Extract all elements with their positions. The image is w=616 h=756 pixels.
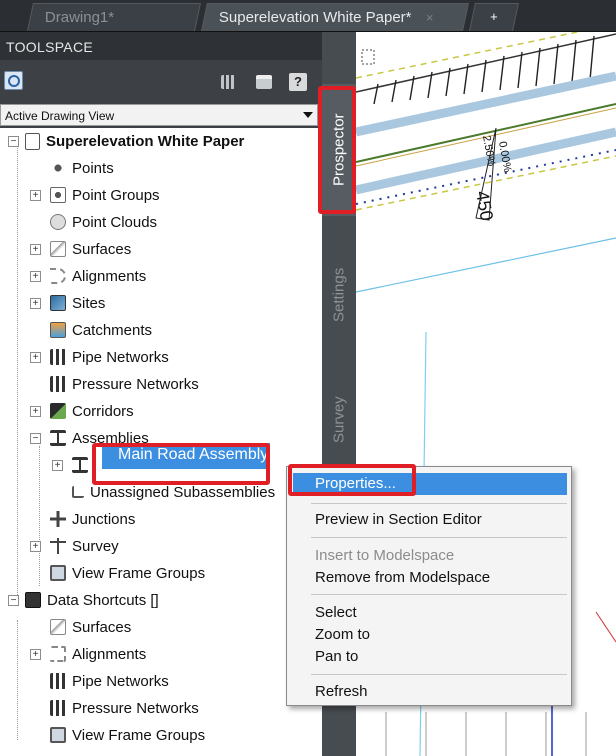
menu-item-remove-modelspace[interactable]: Remove from Modelspace — [315, 569, 490, 586]
tree-item-pipe-networks[interactable]: + Pipe Networks — [30, 344, 169, 370]
tab-survey[interactable]: Survey — [322, 377, 356, 462]
tab-settings[interactable]: Settings — [322, 230, 356, 360]
expand-icon[interactable]: + — [30, 244, 41, 255]
callout-properties — [288, 464, 416, 496]
collapse-icon[interactable]: − — [30, 433, 41, 444]
pipe-network-icon — [50, 349, 66, 365]
alignment-icon — [50, 268, 66, 284]
profile-grid — [385, 712, 587, 756]
tree-item-ds-pipe-networks[interactable]: Pipe Networks — [50, 668, 169, 694]
menu-item-preview-section-editor[interactable]: Preview in Section Editor — [315, 511, 482, 528]
tree-item-corridors[interactable]: + Corridors — [30, 398, 134, 424]
menu-item-select[interactable]: Select — [315, 604, 357, 621]
alignment-shortcut-icon — [50, 646, 66, 662]
toolspace-toolbar: ? — [0, 62, 322, 102]
data-shortcut-icon — [25, 592, 41, 608]
view-frame-shortcut-icon — [50, 727, 66, 743]
tree-item-surfaces[interactable]: + Surfaces — [30, 236, 131, 262]
assembly-icon — [72, 457, 88, 473]
menu-separator — [311, 537, 567, 538]
surface-shortcut-icon — [50, 619, 66, 635]
red-line — [595, 611, 616, 643]
slope-label-b: 0.00% — [496, 140, 513, 173]
junction-icon — [50, 511, 66, 527]
tree-item-survey[interactable]: + Survey — [30, 533, 119, 559]
point-group-icon — [50, 187, 66, 203]
tree-item-junctions[interactable]: Junctions — [50, 506, 135, 532]
new-tab-button[interactable]: + — [469, 3, 519, 31]
toggle-panel-icon[interactable] — [221, 75, 235, 89]
collapse-icon[interactable]: − — [8, 595, 19, 606]
ucs-icon — [361, 49, 375, 65]
tree-line — [17, 140, 18, 605]
help-button[interactable]: ? — [289, 73, 307, 91]
toolspace-title: TOOLSPACE — [0, 32, 322, 60]
tree-item-ds-pressure-networks[interactable]: Pressure Networks — [50, 695, 199, 721]
drawing-icon — [25, 132, 40, 150]
tree-item-points[interactable]: Points — [50, 155, 114, 181]
document-tab-bar: Drawing1* Superelevation White Paper* × + — [0, 0, 616, 32]
tree-item-point-groups[interactable]: + Point Groups — [30, 182, 160, 208]
pressure-network-shortcut-icon — [50, 700, 66, 716]
tree-item-sites[interactable]: + Sites — [30, 290, 105, 316]
pressure-network-icon — [50, 376, 66, 392]
tree-item-ds-view-frame-groups[interactable]: View Frame Groups — [50, 722, 205, 748]
toolspace-panel: TOOLSPACE ? Active Drawing View − Supere… — [0, 32, 322, 756]
menu-item-refresh[interactable]: Refresh — [315, 683, 368, 700]
view-mode-select[interactable]: Active Drawing View — [0, 104, 318, 126]
surface-icon — [50, 241, 66, 257]
point-icon — [50, 160, 66, 176]
expand-icon[interactable]: + — [30, 406, 41, 417]
plus-icon: + — [490, 9, 498, 24]
chevron-down-icon — [303, 112, 313, 118]
prospector-tree: − Superelevation White Paper Points + Poi… — [0, 128, 322, 756]
tree-item-main-road-assembly-node[interactable]: + — [52, 452, 94, 478]
expand-icon[interactable]: + — [30, 298, 41, 309]
callout-prospector — [318, 86, 356, 214]
expand-icon[interactable]: + — [30, 541, 41, 552]
item-view-toggle-icon[interactable] — [256, 75, 272, 89]
contour-line — [356, 237, 616, 293]
tree-line — [17, 620, 18, 740]
edge-line — [356, 32, 582, 79]
expand-icon[interactable]: + — [30, 649, 41, 660]
menu-item-zoom-to[interactable]: Zoom to — [315, 626, 370, 643]
menu-item-pan-to[interactable]: Pan to — [315, 648, 358, 665]
item-view-icon[interactable] — [4, 71, 23, 90]
tree-item-data-shortcuts[interactable]: − Data Shortcuts [] — [8, 587, 159, 613]
tree-item-alignments[interactable]: + Alignments — [30, 263, 146, 289]
survey-icon — [50, 538, 66, 554]
tree-item-point-clouds[interactable]: Point Clouds — [50, 209, 157, 235]
assembly-icon — [50, 430, 66, 446]
tree-root[interactable]: − Superelevation White Paper — [8, 128, 244, 154]
tree-line — [39, 446, 40, 586]
expand-icon[interactable]: + — [30, 190, 41, 201]
tree-item-catchments[interactable]: Catchments — [50, 317, 152, 343]
point-cloud-icon — [50, 214, 66, 230]
expand-icon[interactable]: + — [30, 271, 41, 282]
close-icon[interactable]: × — [426, 10, 434, 25]
catchment-icon — [50, 322, 66, 338]
site-icon — [50, 295, 66, 311]
menu-separator — [311, 594, 567, 595]
tree-item-ds-surfaces[interactable]: Surfaces — [50, 614, 131, 640]
collapse-icon[interactable]: − — [8, 136, 19, 147]
tab-superelevation-white-paper[interactable]: Superelevation White Paper* × — [201, 3, 469, 31]
subassembly-icon — [72, 486, 84, 498]
menu-item-insert-modelspace: Insert to Modelspace — [315, 547, 455, 564]
corridor-icon — [50, 403, 66, 419]
callout-main-road-assembly — [92, 443, 270, 485]
expand-icon[interactable]: + — [52, 460, 63, 471]
pipe-network-shortcut-icon — [50, 673, 66, 689]
tab-drawing1[interactable]: Drawing1* — [27, 3, 201, 31]
view-frame-icon — [50, 565, 66, 581]
tree-item-ds-alignments[interactable]: + Alignments — [30, 641, 146, 667]
menu-separator — [311, 503, 567, 504]
tree-item-view-frame-groups[interactable]: View Frame Groups — [50, 560, 205, 586]
menu-separator — [311, 674, 567, 675]
context-menu: Properties... Preview in Section Editor … — [286, 466, 572, 706]
expand-icon[interactable]: + — [30, 352, 41, 363]
tree-item-pressure-networks[interactable]: Pressure Networks — [50, 371, 199, 397]
